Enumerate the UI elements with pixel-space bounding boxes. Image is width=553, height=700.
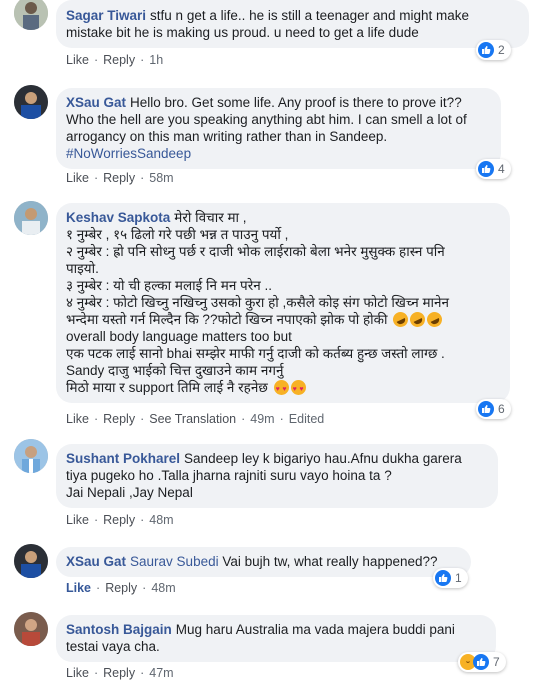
comment-text: Jai Nepali ,Jay Nepal bbox=[66, 485, 193, 500]
like-icon bbox=[478, 161, 494, 177]
avatar[interactable] bbox=[14, 612, 48, 646]
like-button[interactable]: Like bbox=[66, 53, 89, 67]
comment-text: overall body language matters too but bbox=[66, 329, 292, 344]
like-icon bbox=[435, 570, 451, 586]
comment-text: stfu n get a life.. he is still a teenag… bbox=[150, 8, 469, 23]
comment-text: भन्देमा यस्तो गर्न मिल्दैन कि ??फोटो खिच… bbox=[66, 309, 498, 330]
reaction-number: 7 bbox=[493, 655, 500, 669]
comment-text: पाइयो. bbox=[66, 261, 99, 276]
avatar[interactable] bbox=[14, 85, 48, 119]
author-name[interactable]: XSau Gat bbox=[66, 95, 126, 110]
timestamp[interactable]: 1h bbox=[149, 53, 163, 67]
comment-text: Mug haru Australia ma vada majera buddi … bbox=[175, 622, 455, 637]
comment-bubble: Sagar Tiwari stfu n get a life.. he is st… bbox=[56, 0, 529, 48]
mention-link[interactable]: Saurav Subedi bbox=[130, 554, 219, 569]
comment-text: १ नुम्बेर , १५ ढिलो गरे पछी भन्न त पाउनु… bbox=[66, 227, 289, 242]
like-icon bbox=[478, 401, 494, 417]
comment-text: Sandeep ley k bigariyo hau.Afnu dukha ga… bbox=[184, 451, 462, 466]
like-button[interactable]: Like bbox=[66, 171, 89, 185]
reaction-count[interactable]: 4 bbox=[476, 159, 511, 179]
timestamp[interactable]: 49m bbox=[250, 412, 274, 426]
reaction-count[interactable]: 2 bbox=[476, 40, 511, 60]
reply-button[interactable]: Reply bbox=[103, 513, 135, 527]
comment-text: एक पटक लाई सानो bhai सम्झेर माफी गर्नु द… bbox=[66, 346, 445, 361]
comment-text: ३ नुम्बेर : यो ची हल्का मलाई नि मन परेन … bbox=[66, 278, 272, 293]
comment-text: testai vaya cha. bbox=[66, 639, 160, 654]
comment-text: Vai bujh tw, what really happened?? bbox=[222, 554, 438, 569]
like-icon bbox=[473, 654, 489, 670]
heart-eyes-emoji bbox=[273, 380, 289, 398]
author-name[interactable]: XSau Gat bbox=[66, 554, 126, 569]
like-button[interactable]: Like bbox=[66, 412, 89, 426]
reply-button[interactable]: Reply bbox=[103, 666, 135, 680]
avatar[interactable] bbox=[14, 0, 48, 30]
comment-actions: Like · Reply · See Translation · 49m · Edited bbox=[66, 412, 325, 426]
like-button[interactable]: Like bbox=[66, 513, 89, 527]
avatar[interactable] bbox=[14, 201, 48, 235]
reaction-count[interactable]: ᵕ 7 bbox=[458, 652, 506, 672]
comment-text: Hello bro. Get some life. Any proof is t… bbox=[130, 95, 462, 110]
reply-button[interactable]: Reply bbox=[103, 412, 135, 426]
comment-actions: Like · Reply · 1h bbox=[66, 53, 164, 67]
comment-bubble: XSau Gat Saurav Subedi Vai bujh tw, what … bbox=[56, 547, 471, 577]
reaction-number: 1 bbox=[455, 571, 462, 585]
timestamp[interactable]: 48m bbox=[151, 581, 175, 595]
comment-text: mistake bit he is making us proud. u nee… bbox=[66, 25, 419, 40]
author-name[interactable]: Keshav Sapkota bbox=[66, 210, 170, 225]
rofl-emoji bbox=[424, 309, 445, 330]
like-button[interactable]: Like bbox=[66, 581, 91, 595]
rofl-emoji bbox=[407, 309, 428, 330]
avatar[interactable] bbox=[14, 439, 48, 473]
reaction-count[interactable]: 1 bbox=[433, 568, 468, 588]
heart-eyes-emoji bbox=[290, 380, 306, 398]
hashtag-link[interactable]: #NoWorriesSandeep bbox=[66, 145, 489, 162]
comment-bubble: Keshav Sapkota मेरो विचार मा , १ नुम्बेर … bbox=[56, 203, 510, 403]
like-icon bbox=[478, 42, 494, 58]
comment-text: मिठो माया र support तिमि लाई नै रहनेछ bbox=[66, 379, 498, 398]
timestamp[interactable]: 48m bbox=[149, 513, 173, 527]
reply-button[interactable]: Reply bbox=[103, 53, 135, 67]
comment-text: ४ नुम्बेर : फोटो खिच्नु नखिच्नु उसको कुर… bbox=[66, 295, 450, 310]
reply-button[interactable]: Reply bbox=[105, 581, 137, 595]
comment-text: Sandy दाजु भाईको चित्त दुखाउने काम नगर्न… bbox=[66, 363, 284, 378]
comment-text: arrogancy on this man writing rather tha… bbox=[66, 129, 388, 144]
timestamp[interactable]: 58m bbox=[149, 171, 173, 185]
author-name[interactable]: Sushant Pokharel bbox=[66, 451, 180, 466]
edited-label[interactable]: Edited bbox=[289, 412, 324, 426]
comment-actions: Like · Reply · 58m bbox=[66, 171, 174, 185]
rofl-emoji bbox=[390, 309, 411, 330]
comment-actions: Like · Reply · 47m bbox=[66, 666, 174, 680]
comment-actions: Like · Reply · 48m bbox=[66, 581, 176, 595]
comment-text: मेरो विचार मा , bbox=[174, 210, 247, 225]
comment-text: Who the hell are you speaking anything a… bbox=[66, 112, 467, 127]
comment-bubble: Sushant Pokharel Sandeep ley k bigariyo h… bbox=[56, 444, 498, 508]
reply-button[interactable]: Reply bbox=[103, 171, 135, 185]
comment-bubble: XSau Gat Hello bro. Get some life. Any pr… bbox=[56, 88, 501, 169]
see-translation-link[interactable]: See Translation bbox=[149, 412, 236, 426]
comment-text: २ नुम्बेर : ह्रो पनि सोध्नु पर्छ र दाजी … bbox=[66, 244, 445, 259]
comment-text: tiya pugeko ho .Talla jharna rajniti sur… bbox=[66, 468, 392, 483]
reaction-count[interactable]: 6 bbox=[476, 399, 511, 419]
reaction-number: 6 bbox=[498, 402, 505, 416]
author-name[interactable]: Santosh Bajgain bbox=[66, 622, 172, 637]
reaction-number: 2 bbox=[498, 43, 505, 57]
timestamp[interactable]: 47m bbox=[149, 666, 173, 680]
reaction-number: 4 bbox=[498, 162, 505, 176]
avatar[interactable] bbox=[14, 544, 48, 578]
comment-actions: Like · Reply · 48m bbox=[66, 513, 174, 527]
author-name[interactable]: Sagar Tiwari bbox=[66, 8, 146, 23]
comment-bubble: Santosh Bajgain Mug haru Australia ma vad… bbox=[56, 615, 496, 662]
like-button[interactable]: Like bbox=[66, 666, 89, 680]
